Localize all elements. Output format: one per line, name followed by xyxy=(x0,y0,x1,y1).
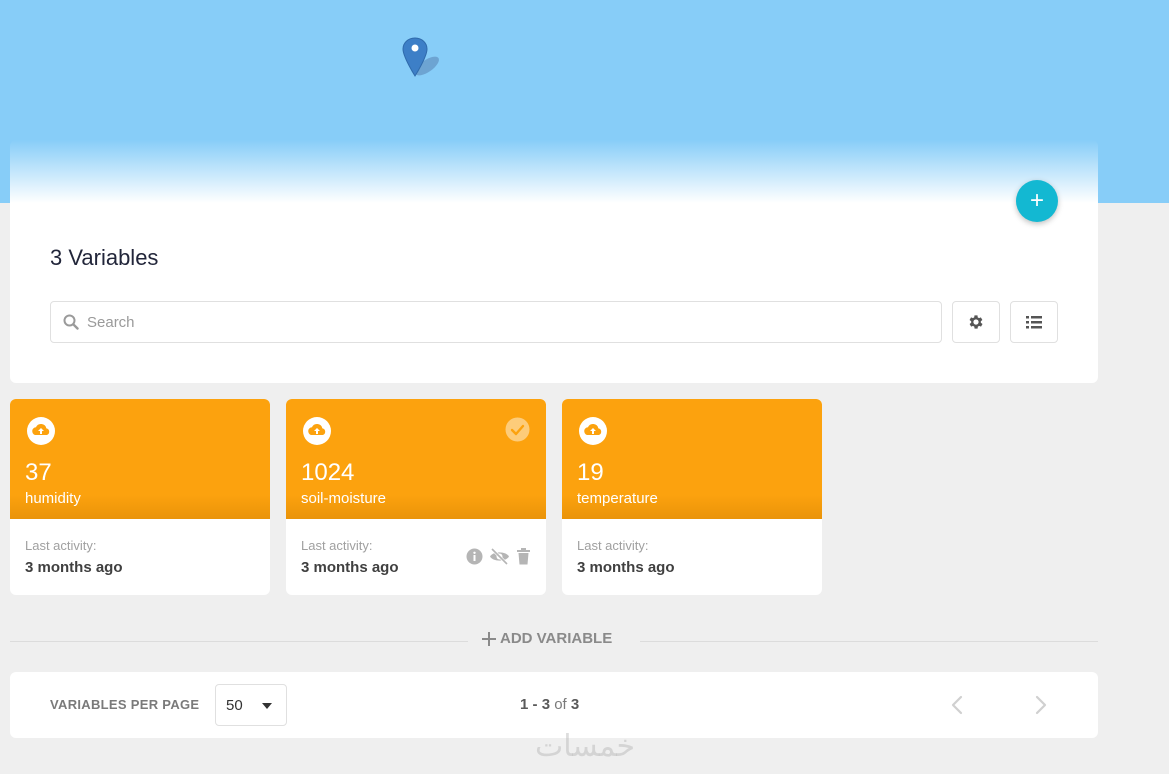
per-page-select[interactable]: 50 xyxy=(215,684,287,726)
check-circle-icon[interactable] xyxy=(505,417,530,442)
variable-card-soil-moisture[interactable]: 1024 soil-moisture Last activity: 3 mont… xyxy=(286,399,546,595)
last-activity-value: 3 months ago xyxy=(577,559,675,576)
chevron-left-icon[interactable] xyxy=(946,693,970,717)
variable-name: soil-moisture xyxy=(301,490,387,507)
add-variable-button[interactable]: ADD VARIABLE xyxy=(482,630,612,647)
card-footer: Last activity: 3 months ago xyxy=(286,519,546,595)
per-page-value: 50 xyxy=(226,696,243,714)
variable-value: 1024 xyxy=(301,459,355,486)
last-activity-value: 3 months ago xyxy=(25,559,123,576)
cloud-upload-icon xyxy=(303,417,331,445)
divider xyxy=(10,641,468,642)
variable-card-temperature[interactable]: 19 temperature Last activity: 3 months a… xyxy=(562,399,822,595)
per-page-label: VARIABLES PER PAGE xyxy=(50,697,200,712)
variable-card-humidity[interactable]: 37 humidity Last activity: 3 months ago xyxy=(10,399,270,595)
add-variable-label: ADD VARIABLE xyxy=(500,630,613,647)
search-input[interactable] xyxy=(87,313,907,331)
chevron-right-icon[interactable] xyxy=(1028,693,1052,717)
eye-slash-icon[interactable] xyxy=(489,548,510,565)
card-actions xyxy=(466,548,531,565)
last-activity-label: Last activity: xyxy=(25,538,97,553)
last-activity-label: Last activity: xyxy=(577,538,649,553)
range-of: of xyxy=(550,696,571,713)
card-footer: Last activity: 3 months ago xyxy=(562,519,822,595)
card-header: 37 humidity xyxy=(10,399,270,519)
search-field[interactable] xyxy=(50,301,942,343)
card-header: 1024 soil-moisture xyxy=(286,399,546,519)
variable-value: 19 xyxy=(577,459,604,486)
variable-name: temperature xyxy=(577,490,658,507)
range-total: 3 xyxy=(570,696,580,713)
list-view-button[interactable] xyxy=(1010,301,1058,343)
header-fade xyxy=(10,140,1098,203)
page-title: 3 Variables xyxy=(50,245,159,270)
cloud-upload-icon xyxy=(27,417,55,445)
range-end: 3 xyxy=(541,696,551,713)
last-activity-label: Last activity: xyxy=(301,538,373,553)
variables-panel: 3 Variables xyxy=(10,203,1098,383)
add-variable-row: ADD VARIABLE xyxy=(10,626,1098,656)
card-footer: Last activity: 3 months ago xyxy=(10,519,270,595)
card-header: 19 temperature xyxy=(562,399,822,519)
watermark-logo: خمسات xyxy=(534,728,636,764)
plus-icon xyxy=(482,631,496,646)
list-icon xyxy=(1026,316,1042,329)
settings-button[interactable] xyxy=(952,301,1000,343)
gear-icon xyxy=(969,315,983,329)
add-variable-fab[interactable]: + xyxy=(1016,180,1058,222)
trash-icon[interactable] xyxy=(516,548,531,565)
caret-down-icon xyxy=(262,703,272,709)
divider xyxy=(640,641,1098,642)
range-separator: - xyxy=(528,696,542,713)
variable-value: 37 xyxy=(25,459,52,486)
search-icon xyxy=(63,314,79,330)
page-range: 1 - 3 of 3 xyxy=(520,696,579,713)
info-icon[interactable] xyxy=(466,548,483,565)
location-pin-icon[interactable] xyxy=(401,36,445,80)
last-activity-value: 3 months ago xyxy=(301,559,399,576)
cloud-upload-icon xyxy=(579,417,607,445)
plus-icon: + xyxy=(1029,187,1044,214)
variable-name: humidity xyxy=(25,490,81,507)
